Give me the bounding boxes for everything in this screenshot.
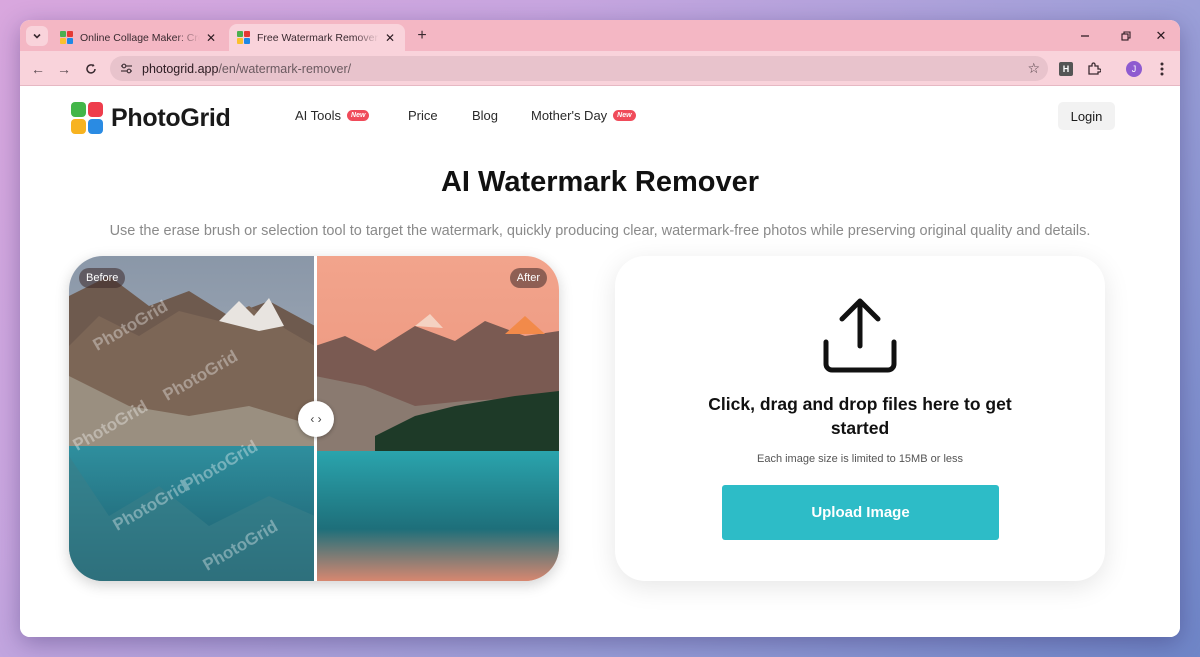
address-bar[interactable]: photogrid.app/en/watermark-remover/ ☆ [110, 56, 1048, 81]
tab-title: Online Collage Maker: Create Free Photo … [80, 31, 200, 44]
close-window-button[interactable]: ✕ [1151, 26, 1171, 46]
plus-icon: + [417, 27, 427, 44]
puzzle-icon [1088, 62, 1101, 75]
code-arrows-icon: ‹ › [310, 412, 322, 426]
close-icon: ✕ [1155, 28, 1167, 43]
nav-label: Blog [472, 108, 499, 123]
page-title: AI Watermark Remover [440, 166, 760, 198]
back-button[interactable]: ← [27, 58, 49, 80]
upload-dropzone[interactable]: Click, drag and drop files here to get s… [615, 256, 1105, 581]
restore-button[interactable] [1116, 26, 1136, 46]
reload-icon [86, 63, 96, 74]
profile-button[interactable]: J [1124, 59, 1144, 79]
new-tab-button[interactable]: + [412, 26, 432, 46]
site-info-icon[interactable] [118, 61, 134, 77]
nav-price[interactable]: Price [408, 108, 438, 123]
nav-blog[interactable]: Blog [472, 108, 498, 123]
browser-window: Online Collage Maker: Create Free Photo … [20, 20, 1180, 637]
tab-search-button[interactable] [26, 26, 48, 46]
tab-collage-maker[interactable]: Online Collage Maker: Create Free Photo … [52, 24, 226, 51]
reload-button[interactable] [80, 58, 102, 80]
minimize-icon [1081, 35, 1089, 37]
logo-text: PhotoGrid [111, 103, 231, 132]
arrow-right-icon: → [57, 61, 71, 77]
nav-mothers-day[interactable]: Mother's Day New [531, 108, 636, 123]
page: PhotoGrid AI Tools New Price Blog Mother… [20, 86, 1180, 637]
tab-strip: Online Collage Maker: Create Free Photo … [20, 20, 1180, 51]
extensions-button[interactable] [1084, 59, 1104, 79]
nav-ai-tools[interactable]: AI Tools New [295, 108, 370, 123]
url-text: photogrid.app/en/watermark-remover/ [142, 62, 351, 76]
photogrid-favicon-icon [237, 31, 250, 44]
url-path: /en/watermark-remover/ [218, 61, 352, 76]
photogrid-favicon-icon [60, 31, 73, 44]
new-badge: New [613, 110, 636, 121]
photogrid-logo-icon [71, 102, 103, 134]
browser-toolbar: ← → photogrid.app/en/watermark-remover/ … [20, 51, 1180, 86]
before-label: Before [79, 268, 126, 288]
upload-icon [823, 298, 897, 373]
page-subtitle: Use the erase brush or selection tool to… [109, 223, 1091, 239]
after-image: After [315, 256, 559, 581]
upload-image-button[interactable]: Upload Image [722, 485, 999, 540]
restore-icon [1121, 31, 1131, 41]
close-icon[interactable]: ✕ [204, 31, 218, 45]
chevron-down-icon [33, 33, 41, 39]
forward-button[interactable]: → [53, 58, 75, 80]
extension-h-icon: H [1059, 62, 1073, 76]
new-badge: New [347, 110, 370, 121]
bookmark-star-icon[interactable]: ☆ [1027, 60, 1040, 77]
login-button[interactable]: Login [1058, 102, 1115, 130]
before-after-compare[interactable]: PhotoGrid PhotoGrid PhotoGrid PhotoGrid … [69, 256, 559, 581]
upload-headline: Click, drag and drop files here to get s… [708, 394, 1012, 438]
nav-label: Price [408, 108, 438, 123]
upload-size-limit: Each image size is limited to 15MB or le… [756, 453, 964, 465]
avatar: J [1126, 61, 1142, 77]
close-icon[interactable]: ✕ [383, 31, 397, 45]
tab-title: Free Watermark Remover - Remove Watermar… [257, 31, 379, 44]
before-image: PhotoGrid PhotoGrid PhotoGrid PhotoGrid … [69, 256, 315, 581]
menu-button[interactable] [1152, 59, 1172, 79]
compare-slider-handle[interactable]: ‹ › [298, 401, 334, 437]
after-label: After [509, 268, 547, 288]
nav-label: AI Tools [295, 108, 342, 123]
arrow-left-icon: ← [31, 61, 45, 77]
tab-watermark-remover[interactable]: Free Watermark Remover - Remove Watermar… [229, 24, 405, 51]
more-vertical-icon [1160, 62, 1164, 76]
nav-label: Mother's Day [531, 108, 608, 123]
minimize-button[interactable] [1075, 26, 1095, 46]
url-domain: photogrid.app [142, 61, 219, 76]
site-logo[interactable]: PhotoGrid [71, 102, 231, 134]
extension-h-button[interactable]: H [1056, 59, 1076, 79]
